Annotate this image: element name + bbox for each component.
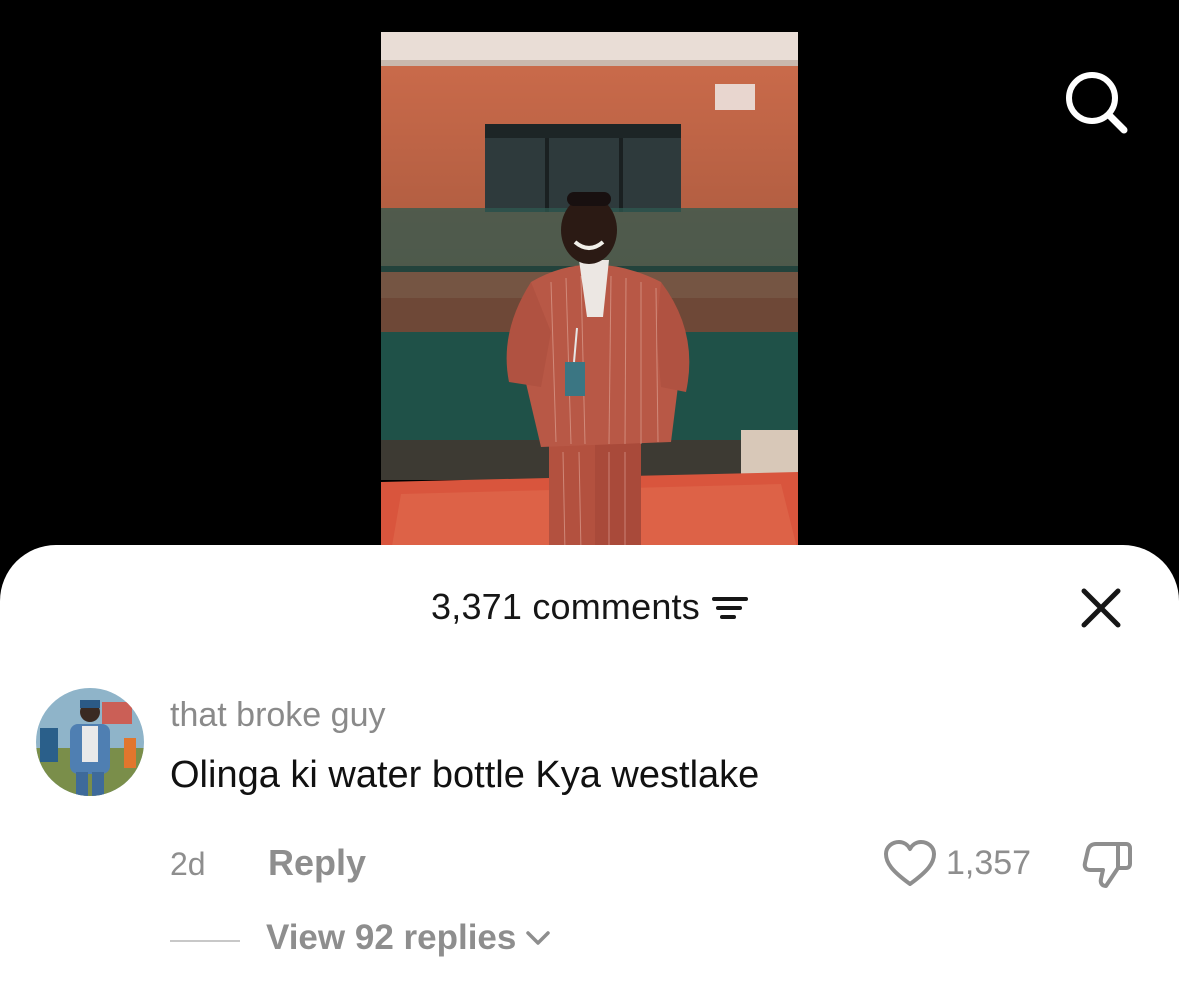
avatar-image <box>36 688 144 796</box>
chevron-down-icon <box>526 931 551 945</box>
like-button[interactable] <box>882 839 938 889</box>
video-comments-screen: 3,371 comments that broke guy Olinga ki … <box>0 0 1179 1003</box>
close-button[interactable] <box>1078 585 1124 631</box>
close-icon <box>1081 588 1121 628</box>
comments-sort-button[interactable]: 3,371 comments <box>431 586 748 628</box>
thumbs-down-icon <box>1082 842 1132 888</box>
comment-timestamp: 2d <box>170 846 206 882</box>
heart-icon <box>884 840 936 886</box>
search-button[interactable] <box>1058 64 1134 140</box>
comment-text: Olinga ki water bottle Kya westlake <box>170 754 760 796</box>
comment-username[interactable]: that broke guy <box>170 696 385 735</box>
replies-divider <box>170 940 240 942</box>
comments-count: 3,371 comments <box>431 586 700 627</box>
view-replies-button[interactable]: View 92 replies <box>266 918 552 958</box>
avatar[interactable] <box>36 688 144 796</box>
view-replies-label: View 92 replies <box>266 918 517 957</box>
filter-icon <box>711 597 748 619</box>
like-count: 1,357 <box>946 844 1032 882</box>
video-player[interactable] <box>381 32 798 552</box>
search-icon <box>1066 72 1128 134</box>
comment-item: that broke guy Olinga ki water bottle Ky… <box>36 688 1146 988</box>
comments-header: 3,371 comments <box>0 585 1179 629</box>
video-frame-image <box>381 32 798 552</box>
reply-button[interactable]: Reply <box>268 842 366 884</box>
dislike-button[interactable] <box>1080 838 1134 892</box>
comments-sheet: 3,371 comments that broke guy Olinga ki … <box>0 545 1179 1003</box>
